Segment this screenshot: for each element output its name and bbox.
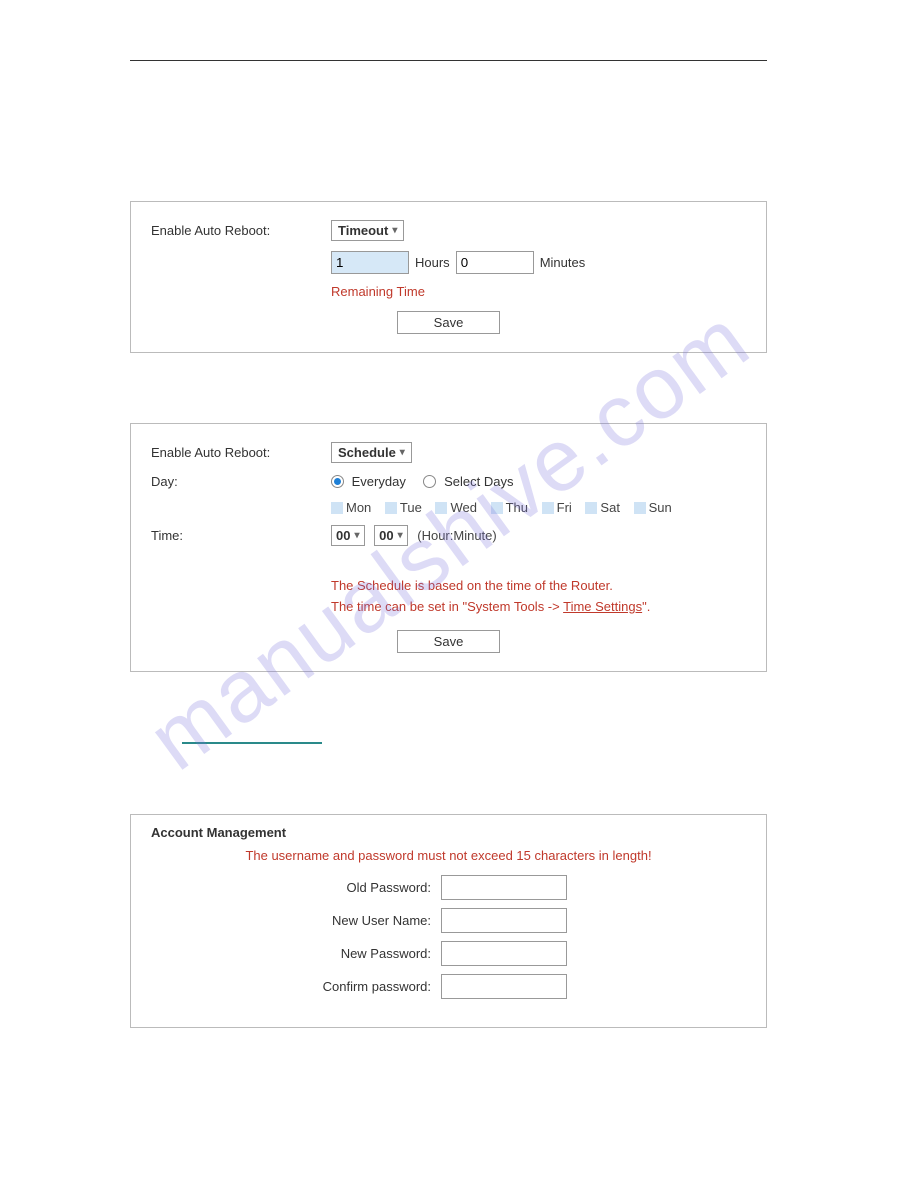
day-wed: Wed — [450, 500, 477, 515]
auto-reboot-schedule-panel: Enable Auto Reboot: Schedule ▾ Day: Ever… — [130, 423, 767, 672]
checkbox-mon[interactable] — [331, 502, 343, 514]
mode-select-schedule[interactable]: Schedule ▾ — [331, 442, 412, 463]
day-tue: Tue — [400, 500, 422, 515]
day-fri: Fri — [557, 500, 572, 515]
new-password-label: New Password: — [151, 946, 441, 961]
minute-value: 00 — [379, 528, 393, 543]
schedule-note-2: The time can be set in "System Tools -> … — [331, 597, 746, 618]
time-label: Time: — [151, 528, 331, 543]
time-settings-link[interactable]: Time Settings — [563, 599, 642, 614]
day-mon: Mon — [346, 500, 371, 515]
checkbox-sat[interactable] — [585, 502, 597, 514]
confirm-password-input[interactable] — [441, 974, 567, 999]
new-password-input[interactable] — [441, 941, 567, 966]
enable-auto-reboot-label: Enable Auto Reboot: — [151, 223, 331, 238]
radio-select-days[interactable] — [423, 475, 436, 488]
enable-auto-reboot-label-2: Enable Auto Reboot: — [151, 445, 331, 460]
old-password-label: Old Password: — [151, 880, 441, 895]
minute-select[interactable]: 00 ▾ — [374, 525, 408, 546]
account-warning: The username and password must not excee… — [151, 848, 746, 863]
chevron-down-icon: ▾ — [400, 447, 405, 458]
hours-input[interactable] — [331, 251, 409, 274]
schedule-note-1: The Schedule is based on the time of the… — [331, 576, 746, 597]
day-sun: Sun — [649, 500, 672, 515]
chevron-down-icon: ▾ — [354, 530, 359, 541]
confirm-password-label: Confirm password: — [151, 979, 441, 994]
account-title: Account Management — [151, 825, 746, 840]
radio-select-days-label: Select Days — [444, 474, 513, 489]
hour-value: 00 — [336, 528, 350, 543]
mode-select-value: Timeout — [338, 223, 388, 238]
checkbox-tue[interactable] — [385, 502, 397, 514]
chevron-down-icon: ▾ — [392, 225, 397, 236]
save-button[interactable]: Save — [397, 311, 501, 334]
time-hint: (Hour:Minute) — [417, 528, 496, 543]
new-username-input[interactable] — [441, 908, 567, 933]
day-sat: Sat — [600, 500, 620, 515]
minutes-label: Minutes — [540, 255, 586, 270]
radio-everyday[interactable] — [331, 475, 344, 488]
checkbox-wed[interactable] — [435, 502, 447, 514]
minutes-input[interactable] — [456, 251, 534, 274]
chevron-down-icon: ▾ — [398, 530, 403, 541]
day-label: Day: — [151, 474, 331, 489]
auto-reboot-timeout-panel: Enable Auto Reboot: Timeout ▾ Hours Minu… — [130, 201, 767, 353]
mode-select-value-2: Schedule — [338, 445, 396, 460]
day-thu: Thu — [506, 500, 528, 515]
old-password-input[interactable] — [441, 875, 567, 900]
mode-select-timeout[interactable]: Timeout ▾ — [331, 220, 404, 241]
radio-everyday-label: Everyday — [352, 474, 406, 489]
hour-select[interactable]: 00 ▾ — [331, 525, 365, 546]
account-management-panel: Account Management The username and pass… — [130, 814, 767, 1028]
note2-prefix: The time can be set in "System Tools -> — [331, 599, 563, 614]
save-button-2[interactable]: Save — [397, 630, 501, 653]
note2-suffix: ". — [642, 599, 650, 614]
top-divider — [130, 60, 767, 61]
checkbox-fri[interactable] — [542, 502, 554, 514]
checkbox-sun[interactable] — [634, 502, 646, 514]
section-link-underline — [182, 742, 322, 744]
remaining-time-text: Remaining Time — [331, 284, 746, 299]
checkbox-thu[interactable] — [491, 502, 503, 514]
new-username-label: New User Name: — [151, 913, 441, 928]
hours-label: Hours — [415, 255, 450, 270]
